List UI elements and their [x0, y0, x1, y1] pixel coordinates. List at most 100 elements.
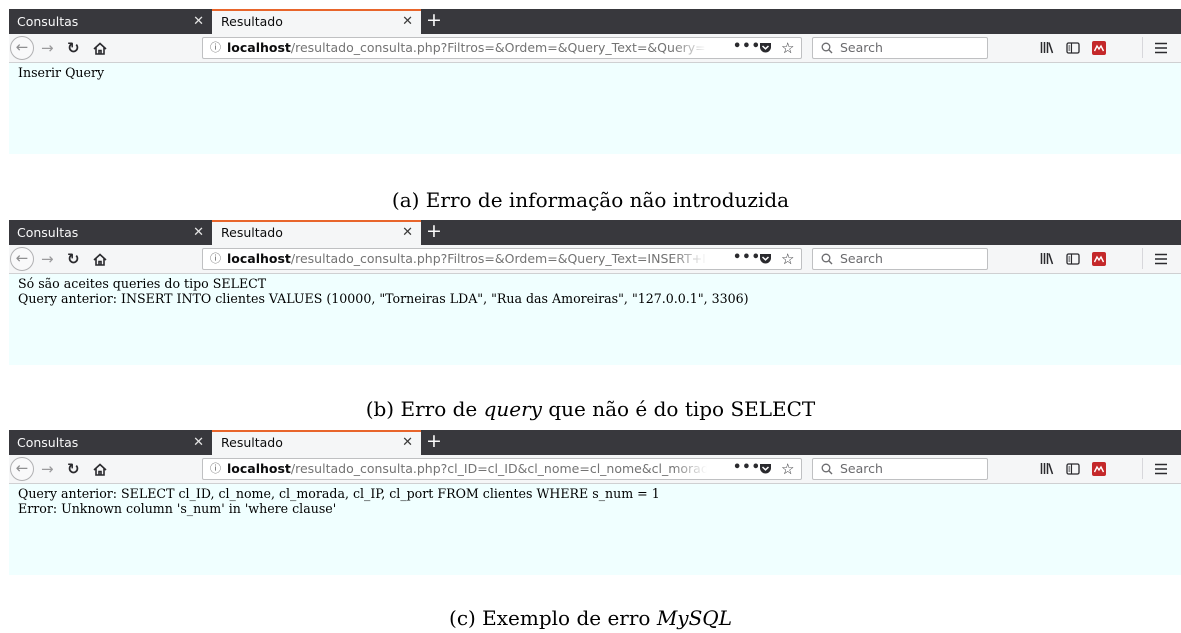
nav-toolbar: ← → ↻ ⓘ localhost/resultado_consulta.php… — [9, 245, 1181, 274]
browser-window-c: Consultas ✕ Resultado ✕ + ← → ↻ ⓘ localh… — [9, 430, 1181, 575]
url-host: localhost — [227, 461, 291, 476]
tab-label: Consultas — [17, 225, 79, 240]
url-path: /resultado_consulta.php?cl_ID=cl_ID&cl_n… — [290, 461, 707, 476]
tab-label: Resultado — [221, 14, 283, 29]
pocket-icon[interactable] — [759, 463, 772, 474]
search-icon — [821, 42, 833, 54]
bookmark-star-icon[interactable]: ☆ — [781, 249, 794, 269]
reload-icon[interactable]: ↻ — [67, 38, 80, 58]
search-icon — [821, 463, 833, 475]
tab-bar: Consultas ✕ Resultado ✕ + — [9, 220, 1181, 245]
bookmark-star-icon[interactable]: ☆ — [781, 459, 794, 479]
result-line: Query anterior: SELECT cl_ID, cl_nome, c… — [18, 486, 660, 501]
tab-resultado[interactable]: Resultado ✕ — [212, 430, 421, 455]
hamburger-menu-icon[interactable] — [1154, 253, 1168, 265]
tab-label: Consultas — [17, 435, 79, 450]
forward-arrow-icon[interactable]: → — [41, 459, 54, 479]
url-bar[interactable]: ⓘ localhost/resultado_consulta.php?Filtr… — [202, 37, 802, 59]
hamburger-menu-icon[interactable] — [1154, 42, 1168, 54]
home-icon[interactable] — [93, 42, 107, 55]
tab-consultas[interactable]: Consultas ✕ — [9, 220, 212, 245]
sidebar-icon[interactable] — [1066, 252, 1080, 266]
url-path: /resultado_consulta.php?Filtros=&Ordem=&… — [290, 40, 706, 55]
bookmark-star-icon[interactable]: ☆ — [781, 38, 794, 58]
pocket-icon[interactable] — [759, 42, 772, 53]
hamburger-menu-icon[interactable] — [1154, 463, 1168, 475]
pocket-icon[interactable] — [759, 253, 772, 264]
new-tab-button[interactable]: + — [425, 220, 443, 243]
extension-icon[interactable] — [1092, 462, 1106, 476]
reload-icon[interactable]: ↻ — [67, 249, 80, 269]
info-icon[interactable]: ⓘ — [210, 40, 221, 56]
extension-icon[interactable] — [1092, 41, 1106, 55]
back-arrow-icon[interactable]: ← — [10, 36, 34, 60]
search-input[interactable]: Search — [812, 248, 988, 270]
url-bar[interactable]: ⓘ localhost/resultado_consulta.php?Filtr… — [202, 248, 802, 270]
url-fade — [673, 460, 707, 478]
library-icon[interactable] — [1040, 252, 1054, 265]
caption-text-end: que não é do tipo SELECT — [541, 397, 816, 421]
tab-bar: Consultas ✕ Resultado ✕ + — [9, 9, 1181, 34]
close-icon[interactable]: ✕ — [193, 430, 204, 455]
nav-toolbar: ← → ↻ ⓘ localhost/resultado_consulta.php… — [9, 455, 1181, 484]
close-icon[interactable]: ✕ — [402, 11, 413, 33]
result-line: Inserir Query — [18, 65, 105, 80]
back-arrow-icon[interactable]: ← — [10, 247, 34, 271]
nav-toolbar: ← → ↻ ⓘ localhost/resultado_consulta.php… — [9, 34, 1181, 63]
figure-caption: (c) Exemplo de erro MySQL — [0, 606, 1181, 630]
search-placeholder: Search — [840, 40, 883, 55]
page-actions-icon[interactable]: ••• — [733, 38, 761, 56]
search-icon — [821, 253, 833, 265]
url-fade — [673, 250, 707, 268]
page-actions-icon[interactable]: ••• — [733, 249, 761, 267]
close-icon[interactable]: ✕ — [402, 222, 413, 244]
figure-caption: (a) Erro de informação não introduzida — [0, 188, 1181, 212]
browser-window-b: Consultas ✕ Resultado ✕ + ← → ↻ ⓘ localh… — [9, 220, 1181, 365]
library-icon[interactable] — [1040, 41, 1054, 54]
page-content: Inserir Query — [9, 63, 1181, 154]
result-line: Só são aceites queries do tipo SELECT — [18, 276, 267, 291]
close-icon[interactable]: ✕ — [402, 432, 413, 454]
url-text[interactable]: localhost/resultado_consulta.php?cl_ID=c… — [227, 459, 707, 479]
new-tab-button[interactable]: + — [425, 9, 443, 32]
result-line: Query anterior: INSERT INTO clientes VAL… — [18, 290, 749, 306]
extension-icon[interactable] — [1092, 252, 1106, 266]
tab-consultas[interactable]: Consultas ✕ — [9, 430, 212, 455]
sidebar-icon[interactable] — [1066, 41, 1080, 55]
figure-caption: (b) Erro de query que não é do tipo SELE… — [0, 397, 1181, 421]
search-placeholder: Search — [840, 251, 883, 266]
reload-icon[interactable]: ↻ — [67, 459, 80, 479]
tab-bar: Consultas ✕ Resultado ✕ + — [9, 430, 1181, 455]
back-arrow-icon[interactable]: ← — [10, 457, 34, 481]
page-content: Query anterior: SELECT cl_ID, cl_nome, c… — [9, 484, 1181, 575]
page-actions-icon[interactable]: ••• — [733, 459, 761, 477]
search-input[interactable]: Search — [812, 458, 988, 480]
tab-resultado[interactable]: Resultado ✕ — [212, 9, 421, 34]
url-path: /resultado_consulta.php?Filtros=&Ordem=&… — [290, 251, 706, 266]
url-host: localhost — [227, 40, 291, 55]
forward-arrow-icon[interactable]: → — [41, 38, 54, 58]
tab-label: Resultado — [221, 435, 283, 450]
close-icon[interactable]: ✕ — [193, 220, 204, 245]
new-tab-button[interactable]: + — [425, 430, 443, 453]
caption-emphasis: query — [483, 397, 542, 421]
url-text[interactable]: localhost/resultado_consulta.php?Filtros… — [227, 38, 707, 58]
info-icon[interactable]: ⓘ — [210, 461, 221, 477]
browser-window-a: Consultas ✕ Resultado ✕ + ← → ↻ ⓘ localh… — [9, 9, 1181, 154]
tab-consultas[interactable]: Consultas ✕ — [9, 9, 212, 34]
search-input[interactable]: Search — [812, 37, 988, 59]
close-icon[interactable]: ✕ — [193, 9, 204, 34]
tab-resultado[interactable]: Resultado ✕ — [212, 220, 421, 245]
result-line: Error: Unknown column 's_num' in 'where … — [18, 500, 337, 516]
home-icon[interactable] — [93, 253, 107, 266]
caption-text: (c) Exemplo de erro — [449, 606, 657, 630]
info-icon[interactable]: ⓘ — [210, 251, 221, 267]
toolbar-separator — [1142, 458, 1143, 479]
sidebar-icon[interactable] — [1066, 462, 1080, 476]
library-icon[interactable] — [1040, 462, 1054, 475]
url-bar[interactable]: ⓘ localhost/resultado_consulta.php?cl_ID… — [202, 458, 802, 480]
forward-arrow-icon[interactable]: → — [41, 249, 54, 269]
home-icon[interactable] — [93, 463, 107, 476]
url-text[interactable]: localhost/resultado_consulta.php?Filtros… — [227, 249, 707, 269]
toolbar-separator — [1142, 248, 1143, 269]
